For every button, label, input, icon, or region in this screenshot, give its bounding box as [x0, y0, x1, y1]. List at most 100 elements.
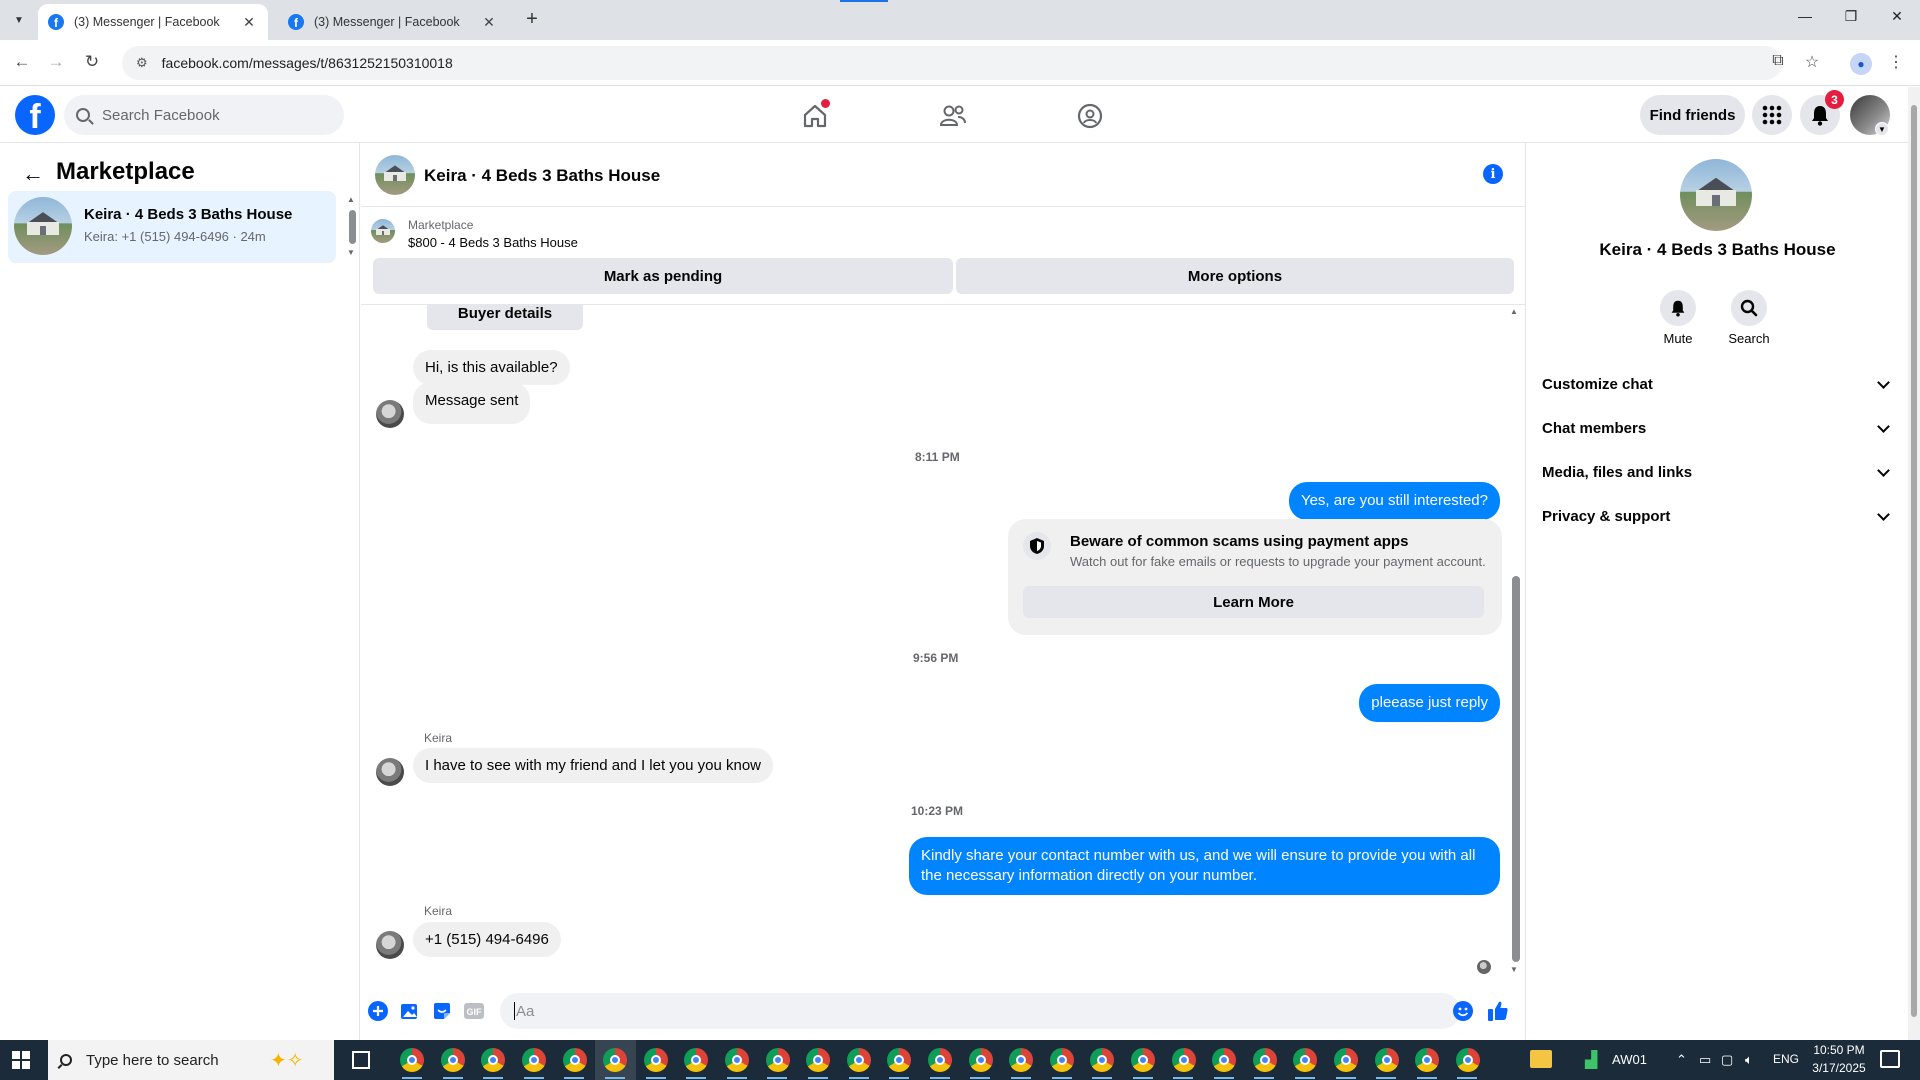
network-icon[interactable]: ▢ — [1721, 1052, 1733, 1068]
minimize-button[interactable]: — — [1790, 8, 1820, 24]
facebook-logo[interactable]: f — [15, 95, 55, 135]
scroll-up-arrow[interactable]: ▲ — [347, 195, 355, 204]
close-tab-icon[interactable]: ✕ — [480, 14, 498, 31]
chrome-icon[interactable] — [473, 1040, 514, 1080]
emoji-icon[interactable] — [1452, 1000, 1474, 1022]
chrome-icon[interactable] — [839, 1040, 880, 1080]
message-input[interactable]: Aa — [500, 993, 1460, 1029]
stock-ticker-label[interactable]: AW01 — [1612, 1052, 1647, 1067]
sender-avatar[interactable] — [376, 400, 404, 428]
sticker-icon[interactable] — [431, 1000, 453, 1022]
chat-scroll-up-arrow[interactable]: ▲ — [1510, 307, 1518, 316]
action-center-icon[interactable] — [1880, 1050, 1900, 1068]
tab-search-button[interactable]: ▼ — [8, 9, 30, 31]
groups-icon[interactable] — [1075, 101, 1105, 131]
chrome-icon[interactable] — [920, 1040, 961, 1080]
listing-thumbnail[interactable] — [371, 219, 395, 243]
notifications-button[interactable]: 3 — [1800, 90, 1844, 135]
chrome-icon[interactable] — [1366, 1040, 1407, 1080]
chat-members-section[interactable]: Chat members — [1542, 410, 1894, 446]
chrome-icon[interactable] — [1204, 1040, 1245, 1080]
browser-tab-1[interactable]: f (3) Messenger | Facebook ✕ — [38, 4, 268, 40]
task-view-icon[interactable] — [352, 1051, 370, 1069]
thumbs-up-icon[interactable] — [1487, 1000, 1509, 1022]
chrome-icon[interactable] — [1163, 1040, 1204, 1080]
restore-button[interactable]: ❐ — [1836, 8, 1866, 25]
chat-scroll-down-arrow[interactable]: ▼ — [1510, 965, 1518, 974]
forward-button[interactable]: → — [44, 52, 68, 72]
chrome-icon[interactable] — [1326, 1040, 1367, 1080]
gif-icon[interactable]: GIF — [463, 1000, 485, 1022]
close-tab-icon[interactable]: ✕ — [240, 14, 258, 31]
chat-avatar[interactable] — [375, 155, 415, 195]
chrome-icon[interactable] — [1123, 1040, 1164, 1080]
more-options-button[interactable]: More options — [956, 258, 1514, 294]
install-app-icon[interactable]: ⧉ — [1766, 52, 1790, 70]
chrome-icon[interactable] — [1244, 1040, 1285, 1080]
menu-grid-button[interactable] — [1752, 95, 1792, 135]
photo-icon[interactable] — [399, 1000, 421, 1022]
sender-avatar[interactable] — [376, 931, 404, 959]
bookmark-star-icon[interactable]: ☆ — [1800, 52, 1824, 72]
new-tab-button[interactable]: + — [520, 8, 544, 31]
thread-list-item[interactable]: Keira · 4 Beds 3 Baths House Keira: +1 (… — [8, 191, 336, 263]
chrome-icon[interactable] — [676, 1040, 717, 1080]
chrome-icon[interactable] — [554, 1040, 595, 1080]
chrome-icon[interactable] — [1285, 1040, 1326, 1080]
chrome-icon[interactable] — [594, 1040, 636, 1080]
mark-as-pending-button[interactable]: Mark as pending — [373, 258, 953, 294]
browser-menu-icon[interactable]: ⋮ — [1884, 52, 1908, 72]
sparkle-icon[interactable]: ✦✧ — [270, 1048, 304, 1073]
chrome-icon[interactable] — [1001, 1040, 1042, 1080]
chrome-icon[interactable] — [1042, 1040, 1083, 1080]
customize-chat-section[interactable]: Customize chat — [1542, 366, 1894, 402]
back-arrow-icon[interactable]: ← — [22, 161, 44, 187]
chrome-icon[interactable] — [879, 1040, 920, 1080]
browser-tab-2[interactable]: f (3) Messenger | Facebook ✕ — [278, 4, 508, 40]
chrome-icon[interactable] — [960, 1040, 1001, 1080]
media-files-links-section[interactable]: Media, files and links — [1542, 454, 1894, 490]
sender-avatar[interactable] — [376, 758, 404, 786]
scroll-down-arrow[interactable]: ▼ — [347, 248, 355, 257]
find-friends-button[interactable]: Find friends — [1640, 95, 1745, 135]
volume-icon[interactable]: 🔈︎ — [1745, 1052, 1753, 1068]
info-icon[interactable]: i — [1483, 164, 1503, 184]
privacy-support-section[interactable]: Privacy & support — [1542, 498, 1894, 534]
url-field[interactable]: ⚙ facebook.com/messages/t/86312521503100… — [122, 46, 1782, 80]
language-indicator[interactable]: ENG — [1773, 1052, 1799, 1066]
show-hidden-icons-chevron-up-icon[interactable]: ⌃ — [1676, 1052, 1687, 1068]
chrome-icon[interactable] — [1407, 1040, 1448, 1080]
home-icon[interactable] — [800, 99, 830, 131]
chrome-icon[interactable] — [392, 1040, 433, 1080]
meet-now-icon[interactable]: ▭ — [1699, 1052, 1711, 1068]
chrome-icon[interactable] — [433, 1040, 474, 1080]
site-info-icon[interactable]: ⚙ — [136, 55, 148, 71]
browser-profile-icon[interactable]: ● — [1850, 53, 1872, 75]
chrome-icon[interactable] — [717, 1040, 758, 1080]
chrome-icon[interactable] — [757, 1040, 798, 1080]
search-in-conversation-button[interactable]: Search — [1719, 290, 1779, 346]
reload-button[interactable]: ↻ — [80, 52, 104, 72]
learn-more-button[interactable]: Learn More — [1023, 586, 1484, 618]
page-scrollbar[interactable] — [1908, 87, 1920, 1040]
account-chevron-down-icon[interactable]: ▼ — [1875, 122, 1889, 136]
stock-chart-icon[interactable]: ▟ — [1585, 1050, 1597, 1070]
thread-list-scrollbar[interactable] — [349, 210, 356, 244]
facebook-search-input[interactable]: Search Facebook — [64, 95, 344, 135]
chrome-icon[interactable] — [1082, 1040, 1123, 1080]
add-circle-icon[interactable] — [367, 1000, 389, 1022]
chrome-icon[interactable] — [636, 1040, 677, 1080]
back-button[interactable]: ← — [10, 52, 34, 72]
file-explorer-icon[interactable] — [1530, 1050, 1552, 1068]
mute-button[interactable]: Mute — [1648, 290, 1708, 346]
chrome-icon[interactable] — [798, 1040, 839, 1080]
chrome-icon[interactable] — [1447, 1040, 1488, 1080]
chat-title[interactable]: Keira · 4 Beds 3 Baths House — [424, 166, 660, 186]
listing-price-title[interactable]: $800 - 4 Beds 3 Baths House — [408, 235, 578, 250]
chrome-icon[interactable] — [514, 1040, 555, 1080]
clock-date[interactable]: 3/17/2025 — [1806, 1061, 1872, 1075]
clock-time[interactable]: 10:50 PM — [1810, 1043, 1868, 1057]
chat-scrollbar[interactable] — [1512, 576, 1520, 962]
close-window-button[interactable]: ✕ — [1882, 8, 1912, 25]
conversation-avatar[interactable] — [1680, 159, 1752, 231]
